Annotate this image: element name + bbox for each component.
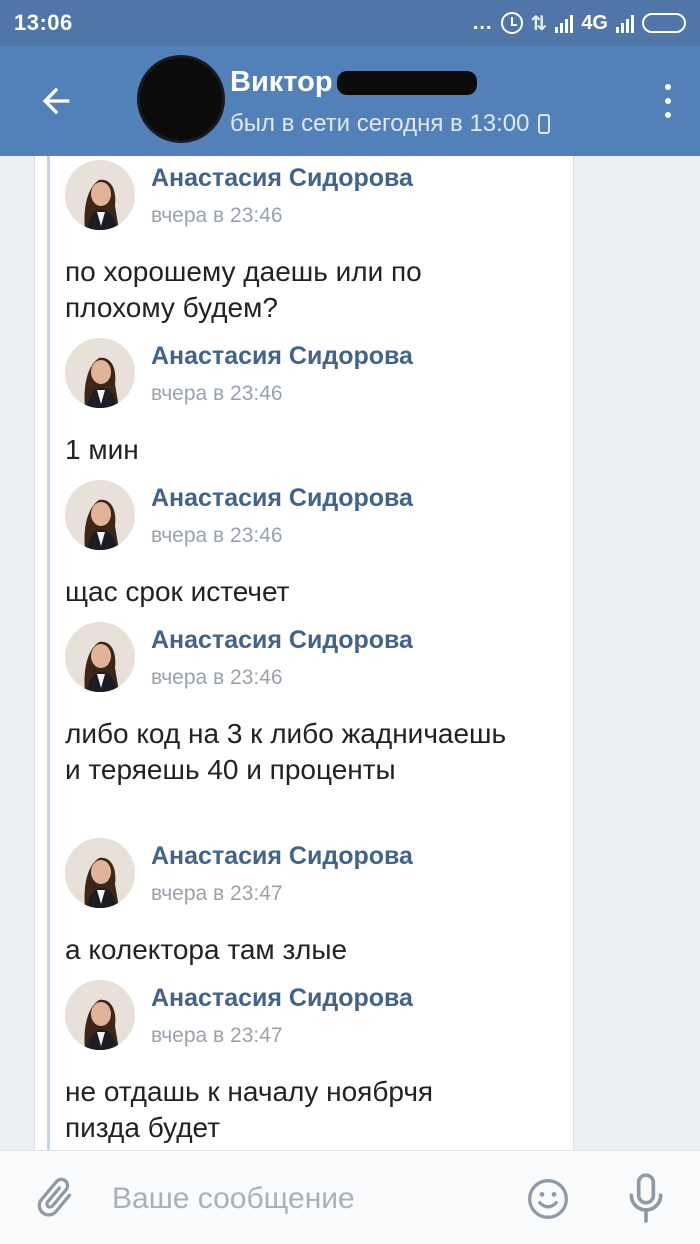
- redaction-mark: [336, 70, 477, 95]
- contact-name-wrap[interactable]: Виктор: [230, 66, 477, 99]
- paperclip-icon: [37, 1177, 72, 1217]
- sender-name[interactable]: Анастасия Сидорова: [151, 626, 413, 655]
- sender-avatar[interactable]: [65, 160, 135, 230]
- sender-name[interactable]: Анастасия Сидорова: [151, 164, 413, 193]
- message-text: не отдашь к началу ноябрчя пизда будет: [65, 1076, 434, 1143]
- person-photo-icon: [65, 838, 135, 908]
- chat-screen: 13:06 ... ⇅ 4G Виктор был в сети сегодня…: [0, 0, 700, 1244]
- message-composer: [0, 1150, 700, 1244]
- emoji-button[interactable]: [526, 1177, 570, 1221]
- person-photo-icon: [65, 160, 135, 230]
- contact-name: Виктор: [230, 66, 333, 98]
- mobile-phone-icon: [537, 114, 550, 134]
- sender-avatar[interactable]: [65, 980, 135, 1050]
- person-photo-icon: [65, 338, 135, 408]
- sender-name[interactable]: Анастасия Сидорова: [151, 984, 413, 1013]
- person-photo-icon: [65, 480, 135, 550]
- more-menu-button[interactable]: [662, 84, 674, 118]
- message-text: а колектора там злые: [65, 934, 348, 965]
- message-time: вчера в 23:47: [151, 882, 283, 905]
- sender-avatar[interactable]: [65, 480, 135, 550]
- more-dot-icon: [665, 84, 671, 90]
- back-button[interactable]: [24, 76, 80, 126]
- sender-name[interactable]: Анастасия Сидорова: [151, 484, 413, 513]
- network-type: 4G: [581, 11, 608, 34]
- person-photo-icon: [65, 980, 135, 1050]
- microphone-icon: [629, 1173, 663, 1223]
- message-time: вчера в 23:46: [151, 666, 283, 689]
- status-icons: ... ⇅ 4G: [473, 8, 686, 38]
- message-text: щас срок истечет: [65, 576, 290, 607]
- data-transfer-icon: ⇅: [530, 12, 548, 35]
- contact-avatar[interactable]: [140, 58, 222, 140]
- message-time: вчера в 23:46: [151, 382, 283, 405]
- status-bar: 13:06 ... ⇅ 4G: [0, 0, 700, 46]
- contact-status: был в сети сегодня в 13:00: [230, 110, 550, 138]
- signal-icon: [555, 13, 574, 33]
- sender-avatar[interactable]: [65, 838, 135, 908]
- arrow-left-icon: [42, 87, 70, 115]
- message-list[interactable]: Анастасия Сидорова вчера в 23:46 по хоро…: [0, 156, 700, 1150]
- message-time: вчера в 23:46: [151, 524, 283, 547]
- message-text: по хорошему даешь или по плохому будем?: [65, 256, 422, 323]
- message-time: вчера в 23:46: [151, 204, 283, 227]
- more-dot-icon: [665, 112, 671, 118]
- signal-icon-2: [616, 13, 634, 33]
- battery-icon: [642, 13, 686, 33]
- more-dot-icon: [665, 98, 671, 104]
- sender-name[interactable]: Анастасия Сидорова: [151, 342, 413, 371]
- sender-avatar[interactable]: [65, 338, 135, 408]
- attach-button[interactable]: [30, 1173, 80, 1223]
- forward-indicator-line: [47, 156, 50, 1150]
- message-text: 1 мин: [65, 434, 139, 465]
- last-seen-text: был в сети сегодня в 13:00: [230, 110, 530, 137]
- message-input[interactable]: [110, 1173, 504, 1225]
- message-text: либо код на 3 к либо жадничаешь и теряеш…: [65, 718, 507, 785]
- message-time: вчера в 23:47: [151, 1024, 283, 1047]
- voice-message-button[interactable]: [624, 1171, 668, 1227]
- sender-avatar[interactable]: [65, 622, 135, 692]
- smile-icon: [528, 1179, 568, 1219]
- forwarded-messages-card: Анастасия Сидорова вчера в 23:46 по хоро…: [34, 156, 574, 1150]
- sender-name[interactable]: Анастасия Сидорова: [151, 842, 413, 871]
- status-time: 13:06: [14, 10, 73, 35]
- alarm-icon: [500, 12, 523, 34]
- person-photo-icon: [65, 622, 135, 692]
- chat-header: Виктор был в сети сегодня в 13:00: [0, 46, 700, 156]
- notification-dots-icon: ...: [472, 11, 493, 34]
